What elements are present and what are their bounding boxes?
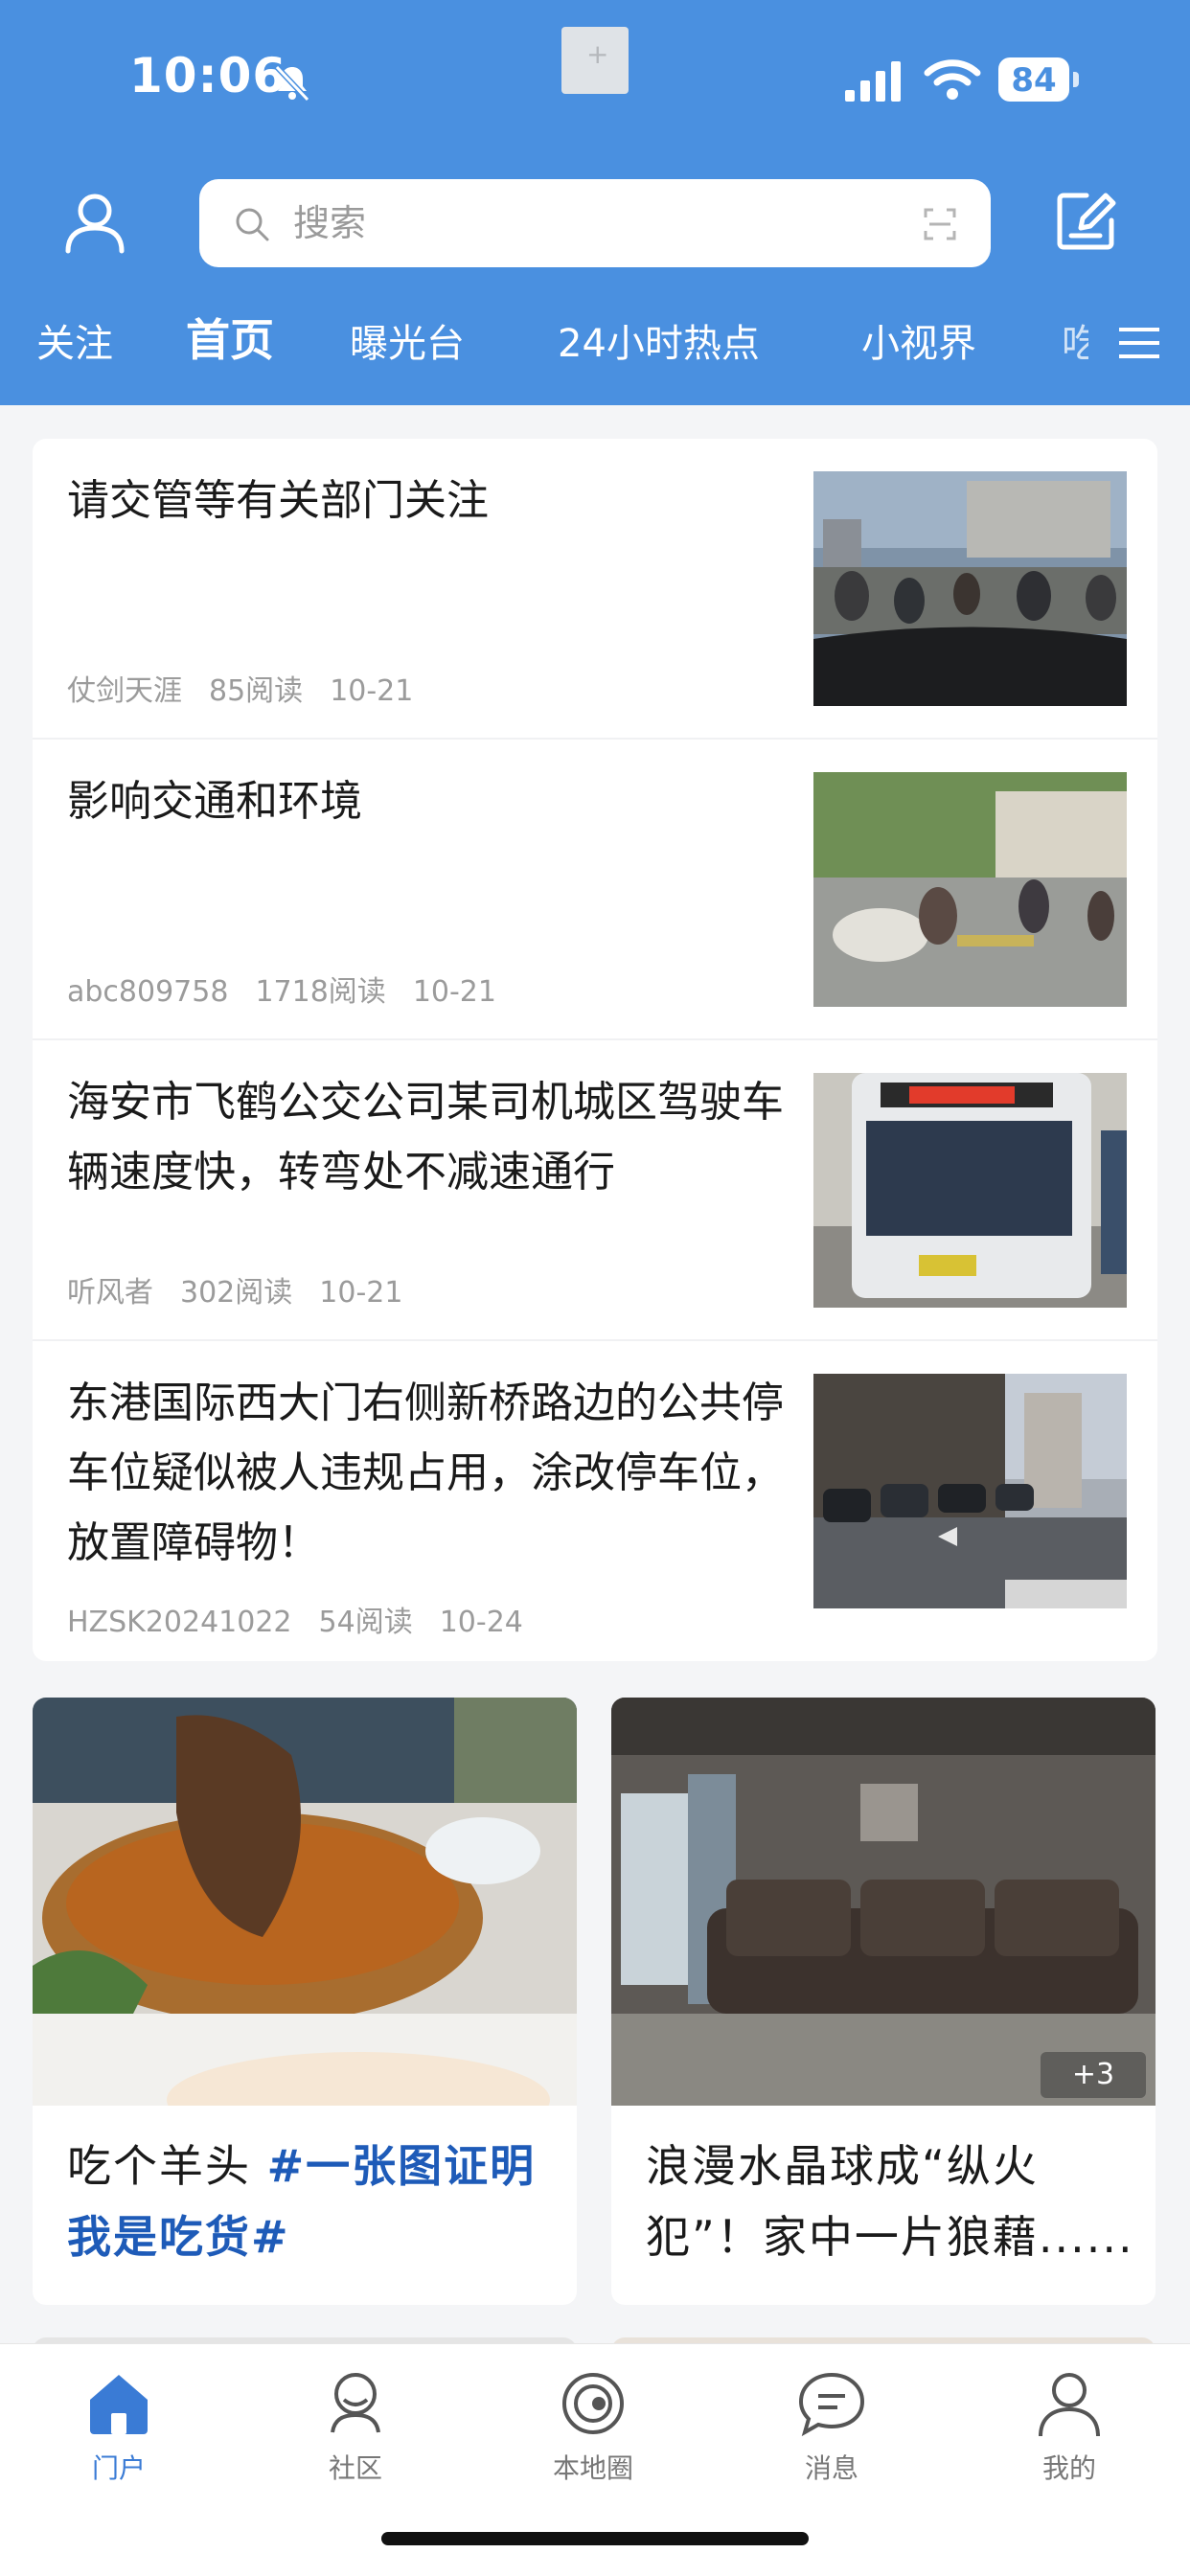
local-circle-icon [562,2373,624,2434]
feed-card[interactable]: +3 浪漫水晶球成“纵火犯”！家中一片狼藉...... [611,1698,1156,2305]
nav-label: 我的 [1041,2452,1096,2484]
article-date: 10-21 [319,1276,403,1310]
nav-messages[interactable]: 消息 [755,2365,908,2486]
article-reads: 1718阅读 [255,975,386,1009]
article-date: 10-24 [439,1606,523,1639]
tab-small-vision[interactable]: 小视界 [861,317,976,371]
card-image [33,1698,577,2106]
article-thumbnail [813,772,1127,1007]
home-icon [90,2375,148,2434]
article-reads: 302阅读 [180,1276,293,1310]
article-date: 10-21 [330,674,414,708]
wifi-icon [924,59,981,100]
article-title: 海安市飞鹤公交公司某司机城区驾驶车辆速度快，转弯处不减速通行 [67,1078,784,1197]
article-meta: 仗剑天涯 85阅读 10-21 [67,667,440,709]
list-item[interactable]: 请交管等有关部门关注 仗剑天涯 85阅读 10-21 [33,439,1157,740]
tab-follow[interactable]: 关注 [36,317,113,371]
message-icon [798,2372,865,2437]
community-icon [331,2373,380,2433]
tab-exposure[interactable]: 曝光台 [350,317,465,371]
article-thumbnail [813,1073,1127,1308]
tab-home[interactable]: 首页 [186,313,274,367]
list-item[interactable]: 影响交通和环境 abc809758 1718阅读 10-21 [33,740,1157,1040]
status-bar: 10:06 84 [0,0,1190,153]
article-meta: HZSK20241022 54阅读 10-24 [67,1598,550,1640]
article-author: 仗剑天涯 [67,674,182,708]
article-author: abc809758 [67,975,229,1009]
cellular-signal-icon [845,61,901,102]
nav-label: 社区 [328,2452,382,2484]
battery-indicator: 84 [998,57,1081,103]
article-reads: 85阅读 [209,674,304,708]
article-list: 请交管等有关部门关注 仗剑天涯 85阅读 10-21 影响交通和环境 abc80… [33,439,1157,1661]
nav-local-circle[interactable]: 本地圈 [516,2365,670,2486]
compose-icon[interactable] [1054,190,1117,253]
article-thumbnail [813,1374,1127,1608]
search-input[interactable]: 搜索 [199,179,991,267]
article-title: 影响交通和环境 [67,777,362,826]
profile-icon [1039,2373,1100,2437]
menu-icon[interactable] [1119,326,1159,360]
search-icon [236,208,269,241]
tab-24h-hot[interactable]: 24小时热点 [558,317,760,371]
card-title-text: 浪漫水晶球成“纵火犯”！家中一片狼藉...... [646,2140,1134,2263]
nav-label: 消息 [804,2452,858,2484]
nav-label: 门户 [91,2452,146,2484]
image-count-badge: +3 [1041,2052,1146,2098]
nav-community[interactable]: 社区 [279,2365,432,2486]
nav-portal[interactable]: 门户 [42,2365,195,2486]
nav-profile[interactable]: 我的 [993,2365,1146,2486]
mute-bell-icon [274,64,310,103]
channel-tabs: 关注 首页 曝光台 24小时热点 小视界 吃 [0,311,1190,383]
feed-card[interactable]: 吃个羊头 #一张图证明我是吃货# [33,1698,577,2305]
screen-capture-indicator [561,27,629,94]
tab-eat[interactable]: 吃 [1062,317,1088,371]
article-reads: 54阅读 [318,1606,413,1639]
card-title-text: 吃个羊头 [67,2140,267,2192]
home-indicator [381,2532,809,2545]
article-title: 东港国际西大门右侧新桥路边的公共停车位疑似被人违规占用，涂改停车位，放置障碍物！ [67,1379,784,1567]
card-title: 浪漫水晶球成“纵火犯”！家中一片狼藉...... [646,2131,1134,2272]
article-meta: 听风者 302阅读 10-21 [67,1268,429,1311]
article-author: HZSK20241022 [67,1606,292,1639]
search-placeholder: 搜索 [293,202,367,244]
list-item[interactable]: 东港国际西大门右侧新桥路边的公共停车位疑似被人违规占用，涂改停车位，放置障碍物！… [33,1341,1157,1661]
scan-icon[interactable] [924,208,956,240]
app-header: 10:06 84 [0,0,1190,405]
battery-percent: 84 [1011,61,1057,100]
article-title: 请交管等有关部门关注 [67,476,489,525]
article-author: 听风者 [67,1276,153,1310]
article-date: 10-21 [412,975,496,1009]
list-item[interactable]: 海安市飞鹤公交公司某司机城区驾驶车辆速度快，转弯处不减速通行 听风者 302阅读 1… [33,1040,1157,1341]
card-title: 吃个羊头 #一张图证明我是吃货# [67,2131,556,2272]
card-image [611,1698,1156,2106]
article-meta: abc809758 1718阅读 10-21 [67,968,523,1010]
user-icon[interactable] [63,192,126,255]
nav-label: 本地圈 [552,2452,633,2484]
status-time: 10:06 [129,48,287,103]
article-thumbnail [813,471,1127,706]
